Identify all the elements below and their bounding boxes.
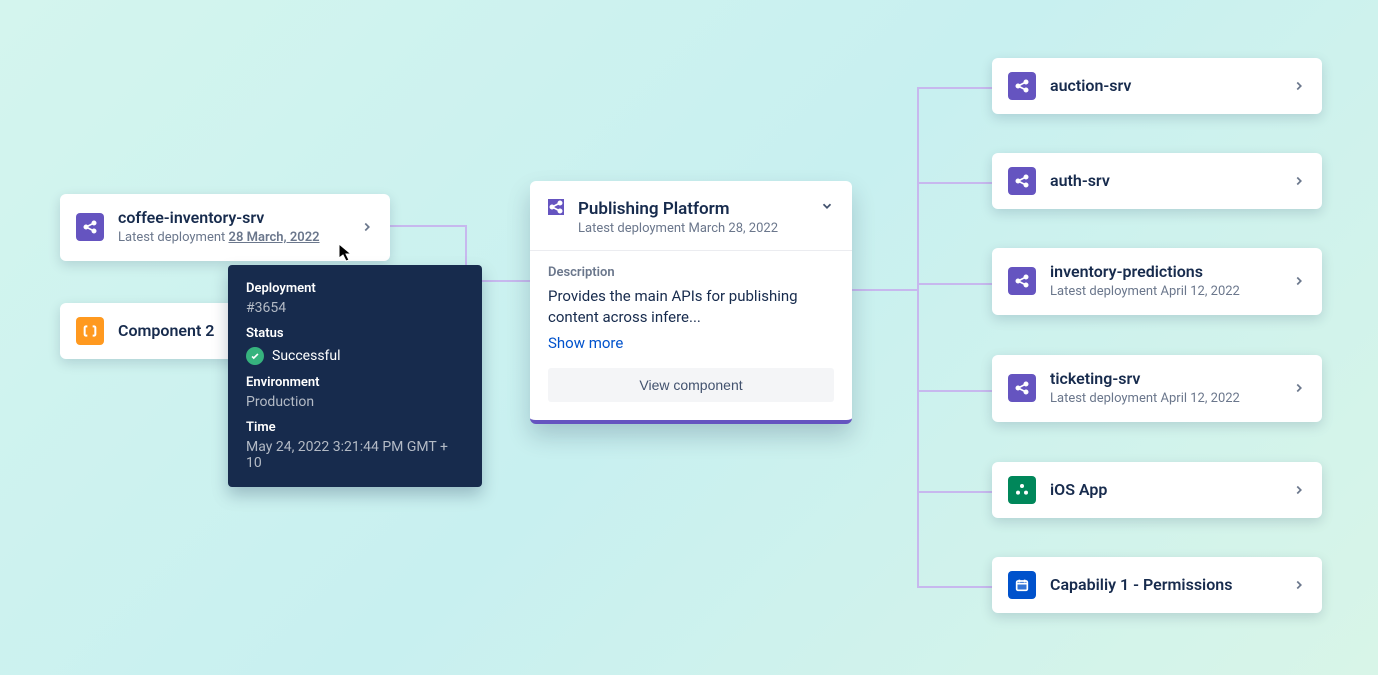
tooltip-time-value: May 24, 2022 3:21:44 PM GMT + 10 (246, 439, 464, 471)
tooltip-status-label: Status (246, 326, 464, 341)
node-publishing-platform[interactable]: Publishing Platform Latest deployment Ma… (530, 181, 852, 424)
share-icon (76, 213, 104, 241)
node-inventory-predictions[interactable]: inventory-predictions Latest deployment … (992, 248, 1322, 315)
tooltip-deployment-value: #3654 (246, 300, 464, 316)
chevron-right-icon (1292, 483, 1306, 497)
description-text: Provides the main APIs for publishing co… (548, 286, 834, 328)
node-title: auction-srv (1050, 76, 1278, 96)
share-icon (1008, 167, 1036, 195)
chevron-right-icon (1292, 79, 1306, 93)
view-component-button[interactable]: View component (548, 368, 834, 402)
node-subtitle: Latest deployment April 12, 2022 (1050, 391, 1278, 408)
cursor-icon (338, 243, 354, 263)
node-title: inventory-predictions (1050, 262, 1278, 282)
node-auction-srv[interactable]: auction-srv (992, 58, 1322, 114)
chevron-down-icon[interactable] (820, 199, 834, 213)
node-title: coffee-inventory-srv (118, 208, 346, 228)
calendar-icon (1008, 571, 1036, 599)
tooltip-time-label: Time (246, 420, 464, 435)
tooltip-env-value: Production (246, 394, 464, 410)
check-icon (246, 347, 264, 365)
node-subtitle: Latest deployment March 28, 2022 (578, 221, 806, 236)
share-icon (548, 199, 564, 215)
node-ticketing-srv[interactable]: ticketing-srv Latest deployment April 12… (992, 355, 1322, 422)
share-icon (1008, 267, 1036, 295)
node-ios-app[interactable]: iOS App (992, 462, 1322, 518)
node-title: iOS App (1050, 480, 1278, 500)
tooltip-deployment-label: Deployment (246, 281, 464, 296)
node-auth-srv[interactable]: auth-srv (992, 153, 1322, 209)
chevron-right-icon (360, 220, 374, 234)
tooltip-env-label: Environment (246, 375, 464, 390)
description-label: Description (548, 265, 834, 280)
node-title: ticketing-srv (1050, 369, 1278, 389)
node-title: Capabiliy 1 - Permissions (1050, 575, 1278, 595)
tooltip-status-value: Successful (272, 348, 341, 364)
node-title: Publishing Platform (578, 199, 806, 219)
share-icon (1008, 72, 1036, 100)
node-capability-permissions[interactable]: Capabiliy 1 - Permissions (992, 557, 1322, 613)
share-icon (1008, 374, 1036, 402)
deployment-tooltip: Deployment #3654 Status Successful Envir… (228, 265, 482, 487)
node-subtitle: Latest deployment 28 March, 2022 (118, 230, 346, 247)
chevron-right-icon (1292, 274, 1306, 288)
show-more-link[interactable]: Show more (548, 334, 623, 352)
node-title: auth-srv (1050, 171, 1278, 191)
brackets-icon (76, 317, 104, 345)
chevron-right-icon (1292, 174, 1306, 188)
chevron-right-icon (1292, 578, 1306, 592)
chevron-right-icon (1292, 381, 1306, 395)
node-subtitle: Latest deployment April 12, 2022 (1050, 284, 1278, 301)
app-icon (1008, 476, 1036, 504)
